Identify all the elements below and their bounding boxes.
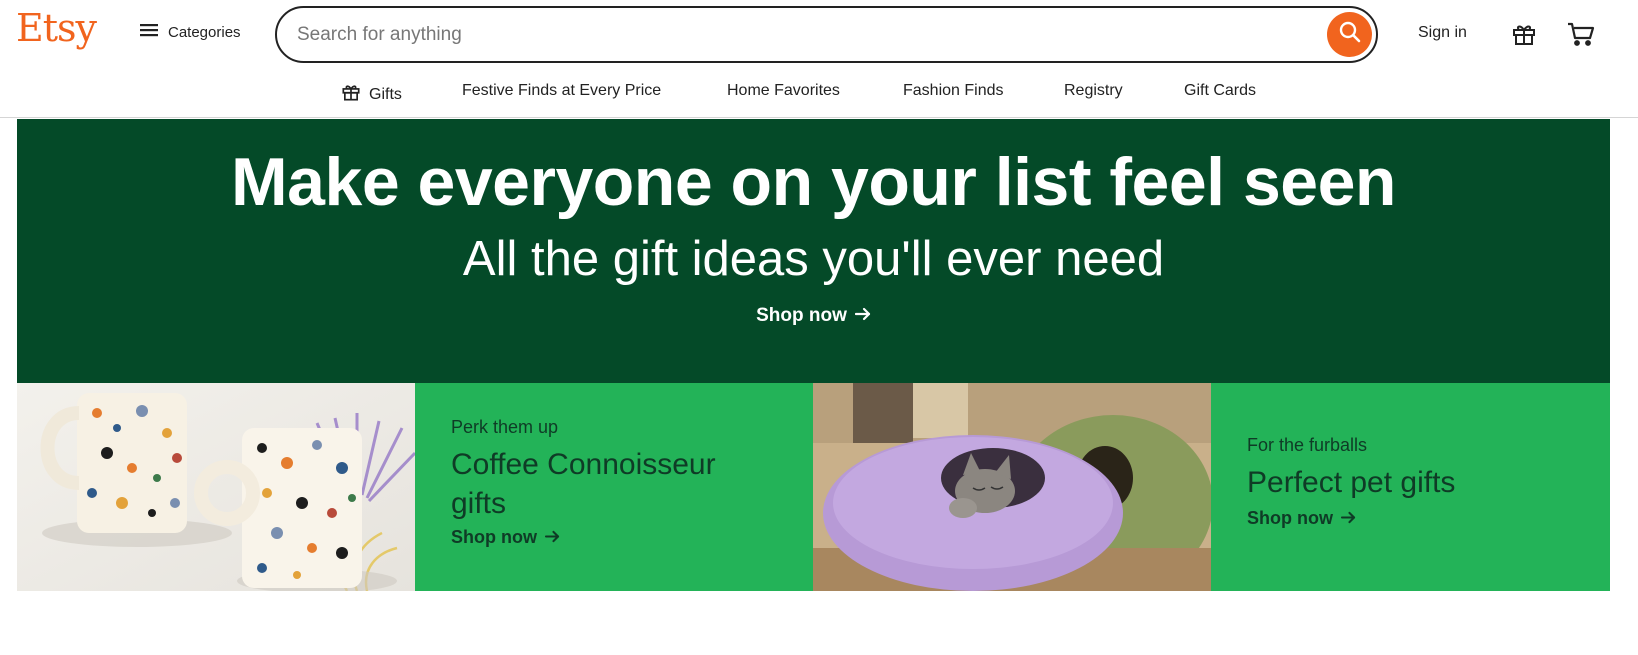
- cat-cave-image[interactable]: [813, 383, 1211, 591]
- promo-cta-label: Shop now: [1247, 508, 1333, 528]
- category-nav: Gifts Festive Finds at Every Price Home …: [0, 68, 1638, 118]
- arrow-right-icon: [854, 305, 871, 327]
- search-icon: [1338, 20, 1362, 49]
- promo-card-pets[interactable]: For the furballs Perfect pet gifts Shop …: [1211, 383, 1610, 591]
- hero-cta-label: Shop now: [756, 305, 847, 326]
- gift-icon[interactable]: [1507, 17, 1541, 51]
- hero-title: Make everyone on your list feel seen: [231, 144, 1396, 220]
- search-input[interactable]: [297, 8, 1297, 61]
- promo-card-coffee[interactable]: Perk them up Coffee Connoisseur gifts Sh…: [415, 383, 813, 591]
- sign-in-link[interactable]: Sign in: [1418, 24, 1467, 42]
- menu-icon: [140, 22, 158, 43]
- categories-label: Categories: [168, 24, 241, 41]
- promo-title: Perfect pet gifts: [1247, 466, 1456, 499]
- site-header: Etsy Categories Sign in: [0, 0, 1638, 68]
- gift-icon: [341, 82, 361, 107]
- promo-kicker: For the furballs: [1247, 435, 1368, 455]
- arrow-right-icon: [544, 527, 560, 548]
- nav-item-label: Gifts: [369, 85, 402, 103]
- nav-item-gift-cards[interactable]: Gift Cards: [1184, 82, 1256, 100]
- arrow-right-icon: [1340, 508, 1356, 529]
- cart-icon[interactable]: [1564, 17, 1598, 51]
- promo-kicker: Perk them up: [451, 417, 559, 437]
- search-bar: [275, 6, 1378, 63]
- nav-item-festive-finds[interactable]: Festive Finds at Every Price: [462, 82, 661, 100]
- nav-item-fashion-finds[interactable]: Fashion Finds: [903, 82, 1004, 100]
- hero-shop-now-link[interactable]: Shop now: [17, 305, 1610, 327]
- categories-button[interactable]: Categories: [140, 22, 241, 43]
- coffee-mugs-image[interactable]: [17, 383, 415, 591]
- nav-item-gifts[interactable]: Gifts: [341, 82, 402, 107]
- hero-subtitle: All the gift ideas you'll ever need: [462, 232, 1165, 286]
- promo-shop-now-link[interactable]: Shop now: [451, 527, 560, 548]
- promo-cta-label: Shop now: [451, 527, 537, 547]
- promo-title: Coffee Connoisseur gifts: [451, 448, 716, 520]
- etsy-logo[interactable]: Etsy: [16, 6, 97, 50]
- nav-item-home-favorites[interactable]: Home Favorites: [727, 82, 840, 100]
- nav-item-registry[interactable]: Registry: [1064, 82, 1123, 100]
- hero-banner: Make everyone on your list feel seen All…: [17, 119, 1610, 383]
- promo-shop-now-link[interactable]: Shop now: [1247, 508, 1356, 529]
- search-button[interactable]: [1327, 12, 1372, 57]
